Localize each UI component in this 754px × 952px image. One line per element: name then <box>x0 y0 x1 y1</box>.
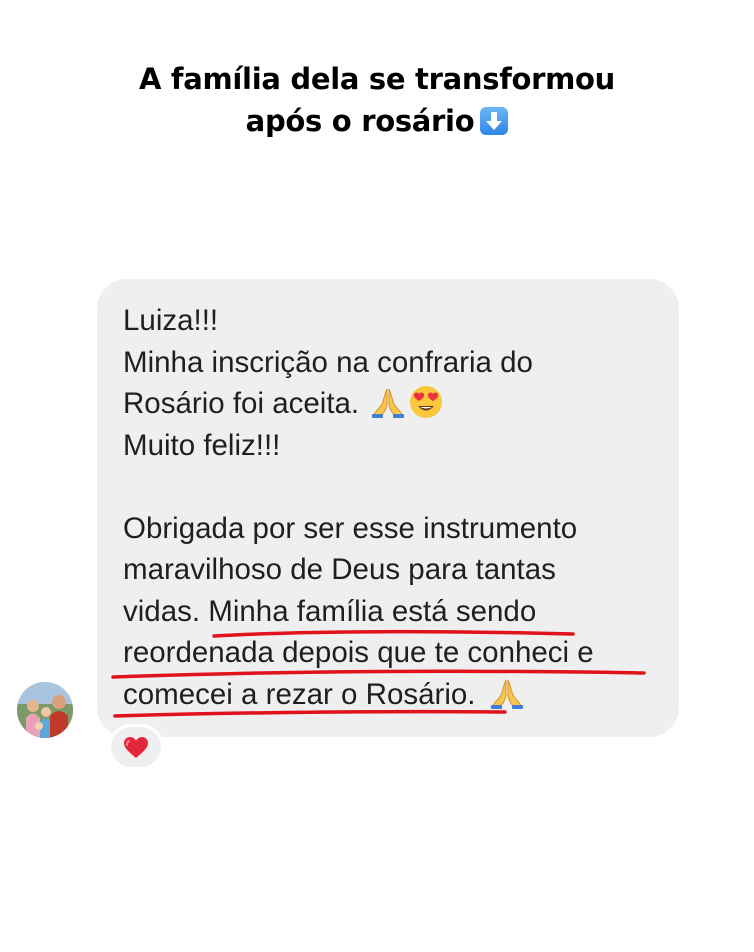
down-arrow-emoji-icon <box>480 107 509 135</box>
reaction-badge[interactable] <box>108 724 164 770</box>
message-line: reordenada depois que te conheci e <box>123 636 594 669</box>
heart-eyes-face-icon <box>410 386 443 418</box>
message-line: maravilhoso de Deus para tantas <box>123 553 556 586</box>
page-title: A família dela se transformou após o ros… <box>0 58 754 142</box>
message-line: Minha inscrição na confraria do <box>123 345 533 379</box>
underlined-text: Minha família está sendo <box>208 594 537 628</box>
message-line: comecei a rezar o Rosário. <box>123 674 663 716</box>
message-line: Luiza!!! <box>123 304 219 337</box>
message-line-text: comecei a rezar o Rosário. <box>123 677 476 711</box>
message-line-text: Rosário foi aceita. <box>123 387 360 420</box>
avatar-photo <box>17 682 73 738</box>
title-line-2-text: após o rosário <box>245 104 475 138</box>
praying-hands-icon <box>490 679 523 709</box>
title-line-2: após o rosário <box>0 100 754 142</box>
praying-hands-icon <box>372 388 405 418</box>
message-line: Rosário foi aceita. <box>123 383 663 425</box>
red-heart-icon <box>124 737 148 758</box>
title-line-1: A família dela se transformou <box>138 62 616 96</box>
avatar[interactable] <box>17 682 73 738</box>
message-line: Muito feliz!!! <box>123 428 281 462</box>
message-line: Obrigada por ser esse instrumento <box>123 511 578 545</box>
message-text: Luiza!!! Minha inscrição na confraria do… <box>123 300 663 715</box>
message-line: vidas. Minha família está sendo <box>123 591 663 633</box>
message-line-text: vidas. <box>123 594 209 628</box>
